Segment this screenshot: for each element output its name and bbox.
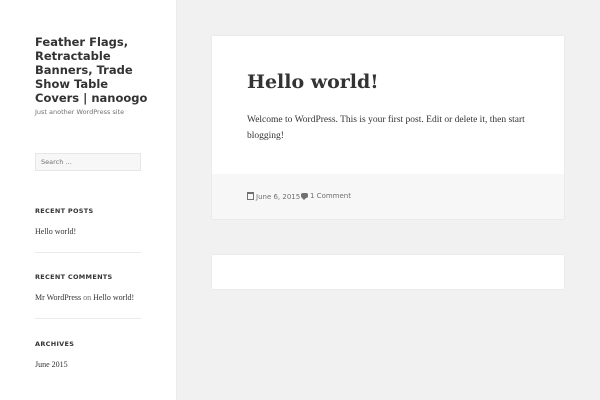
archive-link[interactable]: June 2015 (35, 360, 68, 369)
comment-author-link[interactable]: Mr WordPress (35, 293, 81, 302)
post-title[interactable]: Hello world! (247, 71, 379, 93)
post-date-link[interactable]: June 6, 2015 (247, 192, 300, 201)
pagination-panel (212, 255, 564, 289)
recent-post-link[interactable]: Hello world! (35, 227, 76, 236)
post-comments-link[interactable]: 1 Comment (301, 192, 351, 200)
archives-heading: ARCHIVES (35, 340, 75, 348)
site-description: Just another WordPress site (35, 108, 125, 116)
post-comments-count: 1 Comment (310, 192, 351, 200)
comment-on-text: on (83, 293, 92, 302)
search-input[interactable] (35, 153, 141, 171)
post-card: Hello world! Welcome to WordPress. This … (212, 36, 564, 219)
post-content: Welcome to WordPress. This is your first… (247, 115, 525, 141)
comment-post-link[interactable]: Hello world! (93, 293, 134, 302)
widget-divider (35, 252, 141, 253)
recent-comments-heading: RECENT COMMENTS (35, 273, 113, 281)
recent-posts-heading: RECENT POSTS (35, 207, 94, 215)
recent-comment-item: Mr WordPress on Hello world! (35, 293, 134, 302)
site-title[interactable]: Feather Flags, Retractable Banners, Trad… (35, 35, 155, 105)
widget-divider (35, 318, 141, 319)
calendar-icon (247, 192, 254, 200)
post-footer: June 6, 2015 1 Comment (212, 174, 564, 219)
comment-bubble-icon (301, 193, 308, 200)
post-date: June 6, 2015 (256, 193, 301, 201)
sidebar: Feather Flags, Retractable Banners, Trad… (0, 0, 176, 400)
